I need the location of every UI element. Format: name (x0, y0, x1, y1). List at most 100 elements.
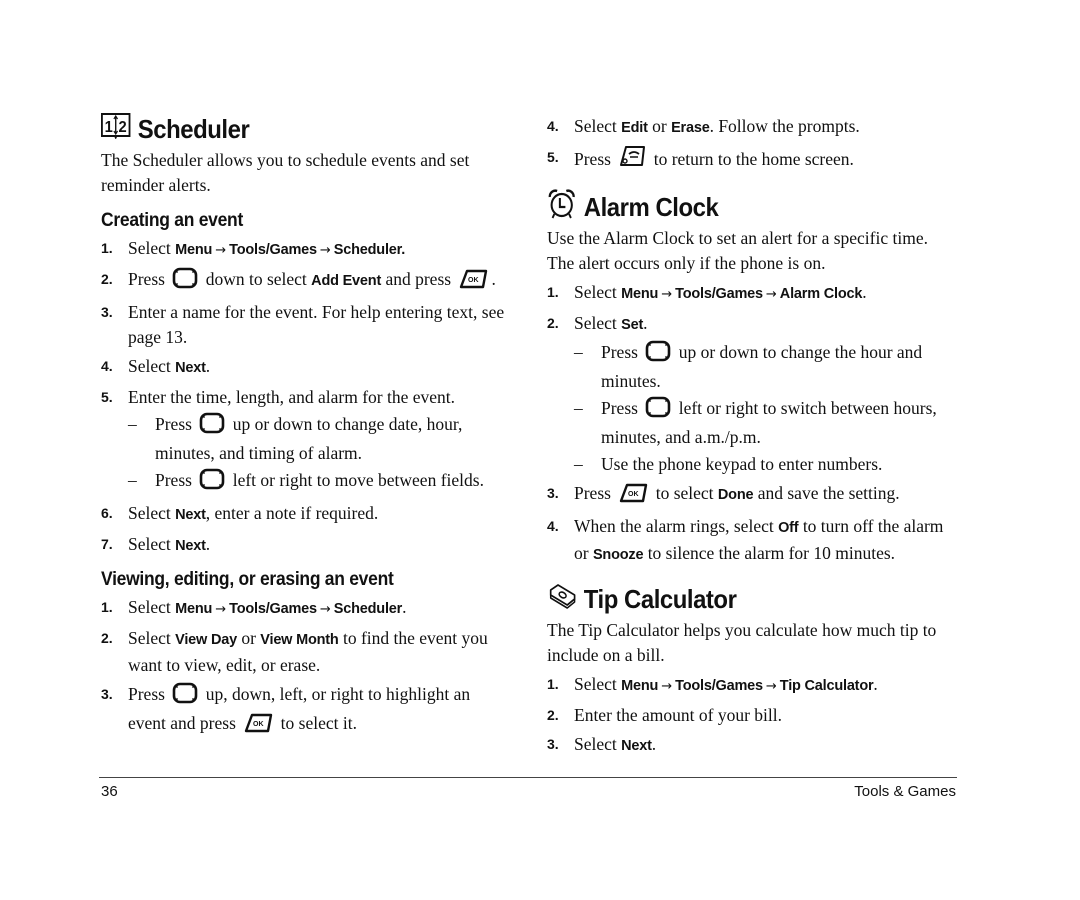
step-text: to silence the alarm for 10 minutes. (643, 543, 896, 563)
step-text: Select (574, 116, 622, 136)
step-text: Select (128, 597, 176, 617)
step-item: 4. Select Next. (101, 354, 511, 381)
menu-option-label: Scheduler. (333, 242, 406, 258)
viewing-event-steps: 1. Select Menu → Tools/Games → Scheduler. 2. Se… (101, 595, 511, 740)
creating-event-heading: Creating an event (101, 210, 243, 231)
step-text: and press (381, 269, 456, 289)
tip-calculator-bill-icon (547, 582, 576, 617)
menu-option-label: Off (778, 520, 799, 536)
step-text: . (873, 674, 878, 694)
menu-option-label: Menu (621, 286, 659, 302)
alarm-clock-heading: Alarm Clock (547, 188, 924, 224)
step-number: 2. (101, 630, 113, 646)
dash-bullet: – (128, 414, 137, 434)
step-number: 3. (101, 686, 113, 702)
step-item: 7. Select Next. (101, 532, 511, 559)
step-number: 3. (547, 485, 559, 501)
svg-text:2: 2 (118, 118, 126, 136)
footer-divider (99, 777, 957, 778)
step-text: Select (128, 356, 176, 376)
step-number: 2. (101, 271, 113, 287)
sub-step-item: – Press up or down to change date, hour, … (128, 412, 511, 466)
menu-option-label: Tools/Games (229, 601, 317, 617)
menu-option-label: Menu (175, 242, 213, 258)
menu-option-label: Tools/Games (675, 286, 763, 302)
sub-step-item: – Press left or right to move between fie… (128, 468, 511, 497)
step-text: When the alarm rings, select (574, 516, 779, 536)
sub-step-list: – Press up or down to change the hour and… (574, 340, 957, 477)
arrow-right-icon: → (215, 602, 227, 617)
step-text: and save the setting. (753, 483, 900, 503)
step-text: Press (128, 684, 170, 704)
ok-key-icon: OK (243, 713, 273, 740)
step-number: 4. (547, 118, 559, 134)
step-text: . (402, 597, 407, 617)
step-text: . (862, 282, 867, 302)
step-text: or (236, 628, 261, 648)
step-item: 3. Press OK to select Done and save the s… (547, 481, 957, 510)
step-text: Select (574, 674, 622, 694)
step-text: Enter a name for the event. For help ent… (128, 302, 505, 347)
creating-event-steps: 1. Select Menu → Tools/Games → Scheduler. 2. Pr… (101, 236, 511, 559)
menu-option-label: Next (621, 738, 652, 754)
step-item: 4. Select Edit or Erase. Follow the promp… (547, 114, 957, 141)
step-text: , enter a note if required. (205, 503, 379, 523)
step-text: Select (128, 503, 176, 523)
step-text: Press (155, 470, 197, 490)
section-name: Tools & Games (854, 783, 956, 800)
arrow-right-icon: → (319, 602, 331, 617)
sub-step-item: – Use the phone keypad to enter numbers. (574, 452, 957, 477)
arrow-right-icon: → (661, 679, 673, 694)
step-text: Select (574, 734, 622, 754)
menu-option-label: View Month (260, 632, 339, 648)
arrow-right-icon: → (765, 679, 777, 694)
step-item: 3. Enter a name for the event. For help e… (101, 300, 511, 350)
step-text: Select (128, 628, 176, 648)
step-text: Press (574, 483, 616, 503)
step-number: 2. (547, 315, 559, 331)
step-text: . (205, 356, 211, 376)
step-text: or (647, 116, 672, 136)
ok-key-icon: OK (618, 483, 648, 510)
menu-option-label: Done (717, 487, 754, 503)
step-text: down to select (201, 269, 312, 289)
step-item: 4. When the alarm rings, select Off to tu… (547, 514, 957, 568)
step-text: . (643, 313, 648, 333)
dash-bullet: – (574, 342, 583, 362)
step-text: Select (128, 238, 176, 258)
alarm-clock-title: Alarm Clock (583, 191, 719, 222)
step-text: Press (155, 414, 197, 434)
menu-option-label: Snooze (592, 547, 644, 563)
step-number: 1. (547, 284, 559, 300)
step-number: 2. (547, 707, 559, 723)
step-item: 1. Select Menu → Tools/Games → Scheduler. (101, 595, 511, 622)
step-item: 3. Select Next. (547, 732, 957, 759)
alarm-clock-steps: 1. Select Menu → Tools/Games → Alarm Clock. 2.… (547, 280, 957, 568)
viewing-event-steps-continued: 4. Select Edit or Erase. Follow the promp… (547, 114, 957, 176)
tip-calculator-heading: Tip Calculator (547, 582, 924, 616)
step-number: 4. (101, 358, 113, 374)
arrow-right-icon: → (661, 287, 673, 302)
manual-page: 1 2 Scheduler The Scheduler allows you t… (0, 0, 1080, 900)
step-text: to select it. (276, 713, 357, 733)
step-item: 2. Press down to select Add Event and pre… (101, 267, 511, 296)
menu-option-label: Tools/Games (229, 242, 317, 258)
sub-step-item: – Press up or down to change the hour and… (574, 340, 957, 394)
menu-option-label: Next (175, 360, 206, 376)
sub-step-item: – Press left or right to switch between h… (574, 396, 957, 450)
step-text: . (205, 534, 211, 554)
alarm-clock-intro: Use the Alarm Clock to set an alert for … (547, 228, 928, 273)
step-number: 3. (101, 304, 113, 320)
tip-calculator-steps: 1. Select Menu → Tools/Games → Tip Calculator… (547, 672, 957, 759)
step-item: 5. Enter the time, length, and alarm for … (101, 385, 511, 497)
step-number: 6. (101, 505, 113, 521)
arrow-right-icon: → (319, 243, 331, 258)
step-text: . (651, 734, 657, 754)
step-item: 2. Select View Day or View Month to find … (101, 626, 511, 678)
menu-option-label: Tools/Games (675, 678, 763, 694)
step-item: 3. Press up, down, left, or right to high… (101, 682, 511, 740)
step-number: 1. (101, 240, 113, 256)
step-number: 5. (547, 149, 559, 165)
left-column: 1 2 Scheduler The Scheduler allows you t… (101, 112, 511, 744)
step-text: Use the phone keypad to enter numbers. (601, 454, 883, 474)
